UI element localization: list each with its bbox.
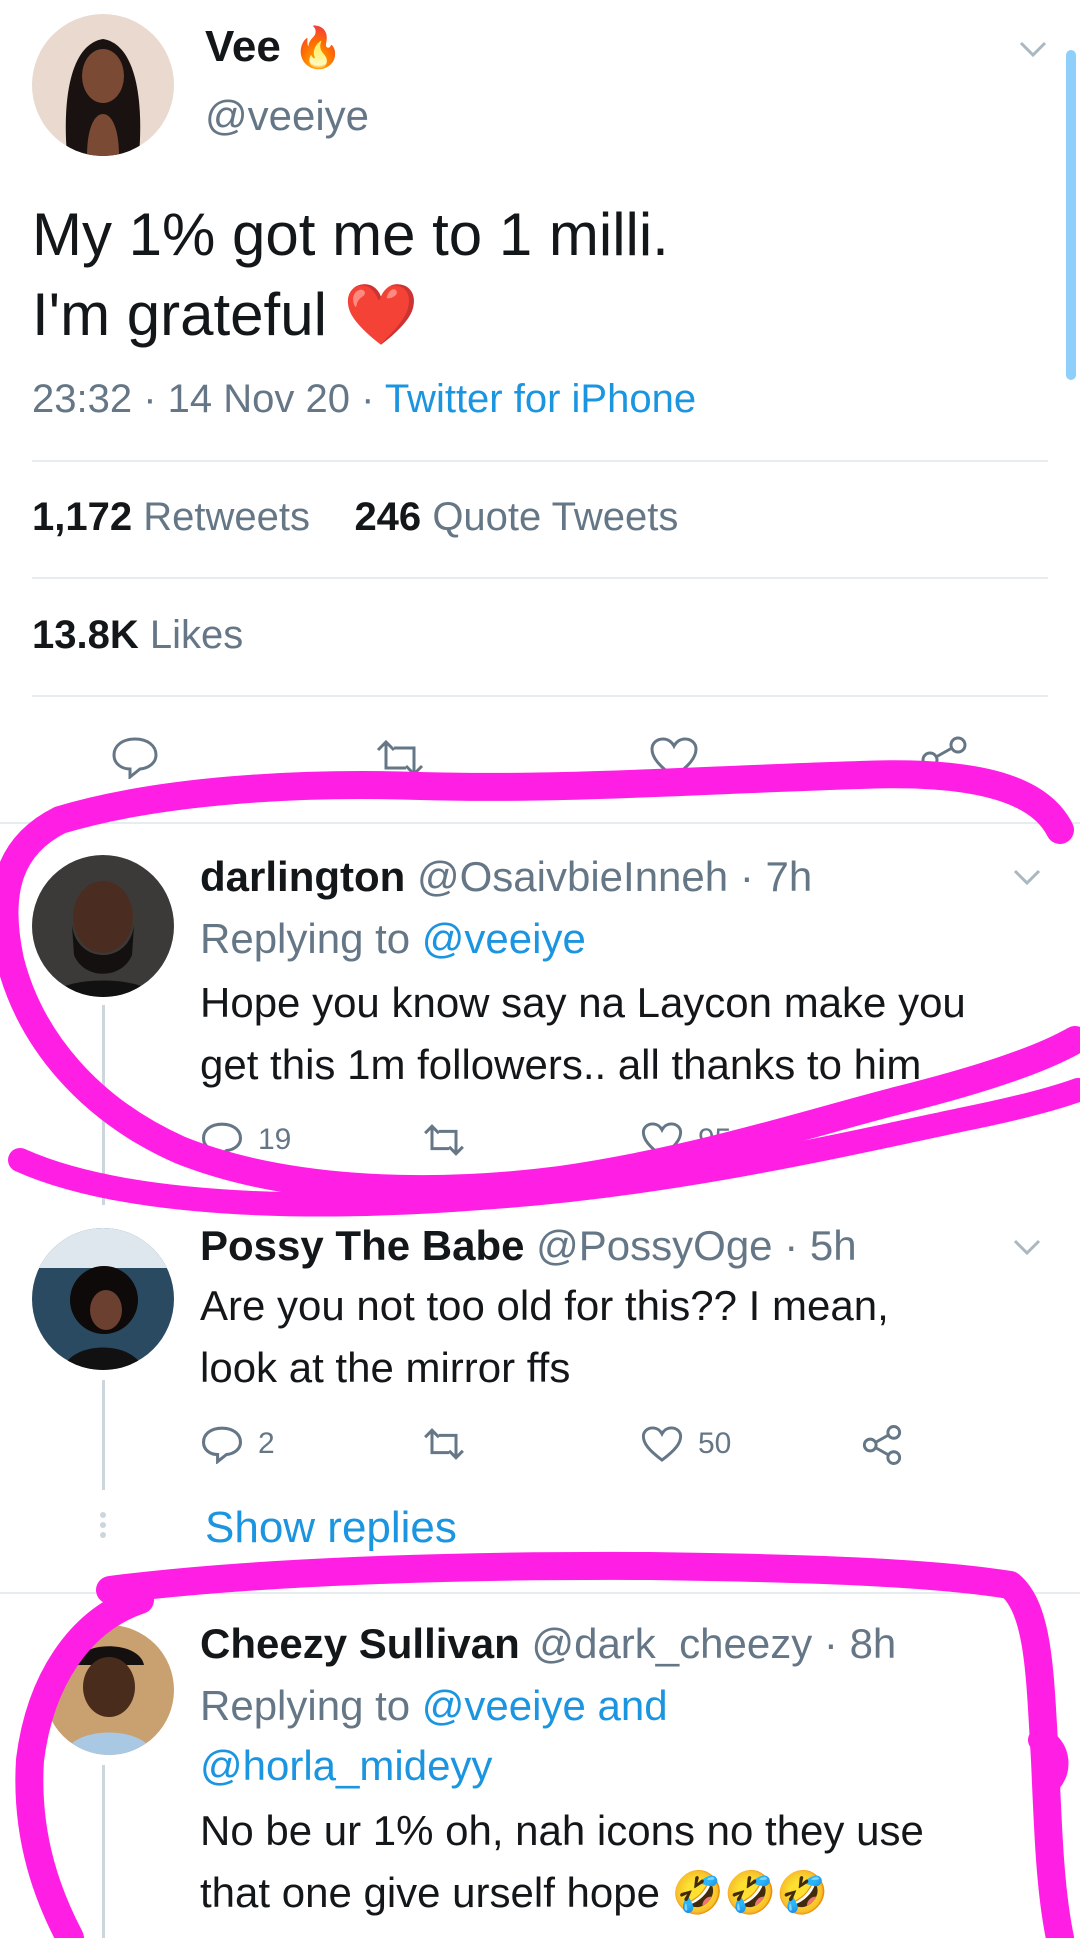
chevron-down-icon[interactable]: [1012, 1238, 1042, 1258]
reply-icon[interactable]: [110, 735, 160, 779]
retweet-count: 1,172: [32, 495, 133, 539]
author-name-text: Vee: [205, 22, 281, 71]
reply-time: 5h: [809, 1222, 857, 1269]
author-name[interactable]: Vee 🔥: [205, 22, 343, 72]
reply-text-line-2: that one give urself hope 🤣🤣🤣: [200, 1862, 1040, 1924]
thread-dots: [98, 1508, 108, 1542]
like-count: 13.8K: [32, 613, 139, 657]
tweet-date: 14 Nov 20: [167, 377, 350, 421]
reply-time: 7h: [765, 853, 813, 900]
reply-text-line-2: look at the mirror ffs: [200, 1344, 571, 1391]
reply-header: Possy The Babe @PossyOge · 5h: [200, 1222, 857, 1270]
heart-icon[interactable]: [648, 735, 700, 781]
reply-text: Are you not too old for this?? I mean, l…: [200, 1275, 1040, 1399]
retweet-action[interactable]: [420, 1122, 468, 1158]
reply-author-handle[interactable]: @OsaivbieInneh: [417, 853, 728, 900]
divider: [32, 577, 1048, 579]
quote-tweets-link[interactable]: Quote Tweets: [432, 495, 678, 539]
reply-count: 2: [258, 1427, 275, 1460]
laughing-emoji: 🤣🤣🤣: [671, 1869, 829, 1916]
share-icon[interactable]: [918, 735, 970, 785]
chevron-down-icon[interactable]: [1018, 40, 1048, 60]
reply-author-handle[interactable]: @PossyOge: [536, 1222, 772, 1269]
reply-action[interactable]: 19: [200, 1120, 291, 1160]
replying-to-link-2[interactable]: @horla_mideyy: [200, 1742, 492, 1790]
thread-line: [102, 1380, 105, 1490]
reply-text-line-1: No be ur 1% oh, nah icons no they use: [200, 1807, 924, 1854]
thread-line: [102, 1765, 105, 1938]
share-action[interactable]: [860, 1424, 904, 1466]
reply-icon: [200, 1120, 244, 1160]
reply-time-separator: ·: [823, 1620, 838, 1667]
reply-author-name[interactable]: Cheezy Sullivan: [200, 1620, 520, 1667]
reply-text-line-2-text: that one give urself hope: [200, 1869, 660, 1916]
like-count: 50: [698, 1427, 732, 1460]
show-replies-link[interactable]: Show replies: [205, 1503, 457, 1553]
retweet-icon[interactable]: [372, 738, 428, 778]
tweet-stats-retweets: 1,172 Retweets 246 Quote Tweets: [32, 495, 678, 540]
like-action[interactable]: 50: [640, 1424, 731, 1464]
reply-time-separator: ·: [784, 1222, 799, 1269]
reply-time: 8h: [849, 1620, 897, 1667]
tweet-time: 23:32: [32, 377, 133, 421]
author-handle[interactable]: @veeiye: [205, 92, 369, 140]
replying-to: Replying to @veeiye: [200, 915, 586, 963]
reply-text: Hope you know say na Laycon make you get…: [200, 972, 1040, 1096]
reply-header: darlington @OsaivbieInneh · 7h: [200, 853, 812, 901]
tweet-meta: 23:32 · 14 Nov 20 · Twitter for iPhone: [32, 377, 697, 421]
reply-count: 19: [258, 1123, 292, 1156]
heart-icon: [640, 1424, 684, 1464]
thread-line: [102, 1005, 105, 1205]
reply-avatar[interactable]: [32, 1228, 174, 1370]
author-avatar[interactable]: [32, 14, 174, 156]
divider: [32, 695, 1048, 697]
reply-text-line-1: Hope you know say na Laycon make you: [200, 979, 966, 1026]
reply-author-name[interactable]: darlington: [200, 853, 405, 900]
replying-to-link[interactable]: @veeiye and: [422, 1682, 668, 1729]
retweet-icon: [420, 1426, 468, 1462]
divider: [0, 1592, 1080, 1594]
retweet-action[interactable]: [420, 1426, 468, 1462]
scrollbar[interactable]: [1066, 50, 1076, 380]
reply-avatar[interactable]: [44, 1625, 174, 1755]
heart-icon: [640, 1120, 684, 1160]
reply-header: Cheezy Sullivan @dark_cheezy · 8h: [200, 1620, 896, 1668]
chevron-down-icon[interactable]: [1012, 868, 1042, 888]
retweet-icon: [420, 1122, 468, 1158]
quote-count: 246: [354, 495, 422, 539]
divider: [32, 460, 1048, 462]
tweet-stats-likes: 13.8K Likes: [32, 613, 243, 658]
highlight-underline-top: [8, 1078, 1080, 1217]
tweet-text-line-2-text: I'm grateful: [32, 281, 327, 348]
tweet-text: My 1% got me to 1 milli. I'm grateful ❤️: [32, 195, 669, 355]
reply-avatar[interactable]: [32, 855, 174, 997]
reply-action[interactable]: 2: [200, 1424, 275, 1464]
tweet-source-link[interactable]: Twitter for iPhone: [385, 377, 696, 421]
retweets-link[interactable]: Retweets: [143, 495, 310, 539]
reply-icon: [200, 1424, 244, 1464]
replying-to-link[interactable]: @veeiye: [422, 915, 586, 962]
likes-link[interactable]: Likes: [150, 613, 243, 657]
tweet-text-line-2: I'm grateful ❤️: [32, 275, 669, 355]
tweet-text-line-1: My 1% got me to 1 milli.: [32, 201, 669, 268]
reply-author-name[interactable]: Possy The Babe: [200, 1222, 524, 1269]
fire-emoji: 🔥: [293, 26, 343, 70]
reply-text-line-1: Are you not too old for this?? I mean,: [200, 1282, 889, 1329]
highlight-hook-bottom: [1028, 1728, 1069, 1797]
reply-text-line-2: get this 1m followers.. all thanks to hi…: [200, 1041, 922, 1088]
reply-text: No be ur 1% oh, nah icons no they use th…: [200, 1800, 1040, 1924]
divider: [0, 822, 1080, 824]
heart-emoji: ❤️: [343, 281, 419, 348]
replying-to: Replying to @veeiye and: [200, 1682, 668, 1730]
like-count: 95: [698, 1123, 732, 1156]
reply-author-handle[interactable]: @dark_cheezy: [531, 1620, 812, 1667]
replying-to-prefix: Replying to: [200, 915, 411, 962]
share-icon: [860, 1424, 904, 1466]
reply-time-separator: ·: [739, 853, 754, 900]
like-action[interactable]: 95: [640, 1120, 731, 1160]
replying-to-prefix: Replying to: [200, 1682, 411, 1729]
